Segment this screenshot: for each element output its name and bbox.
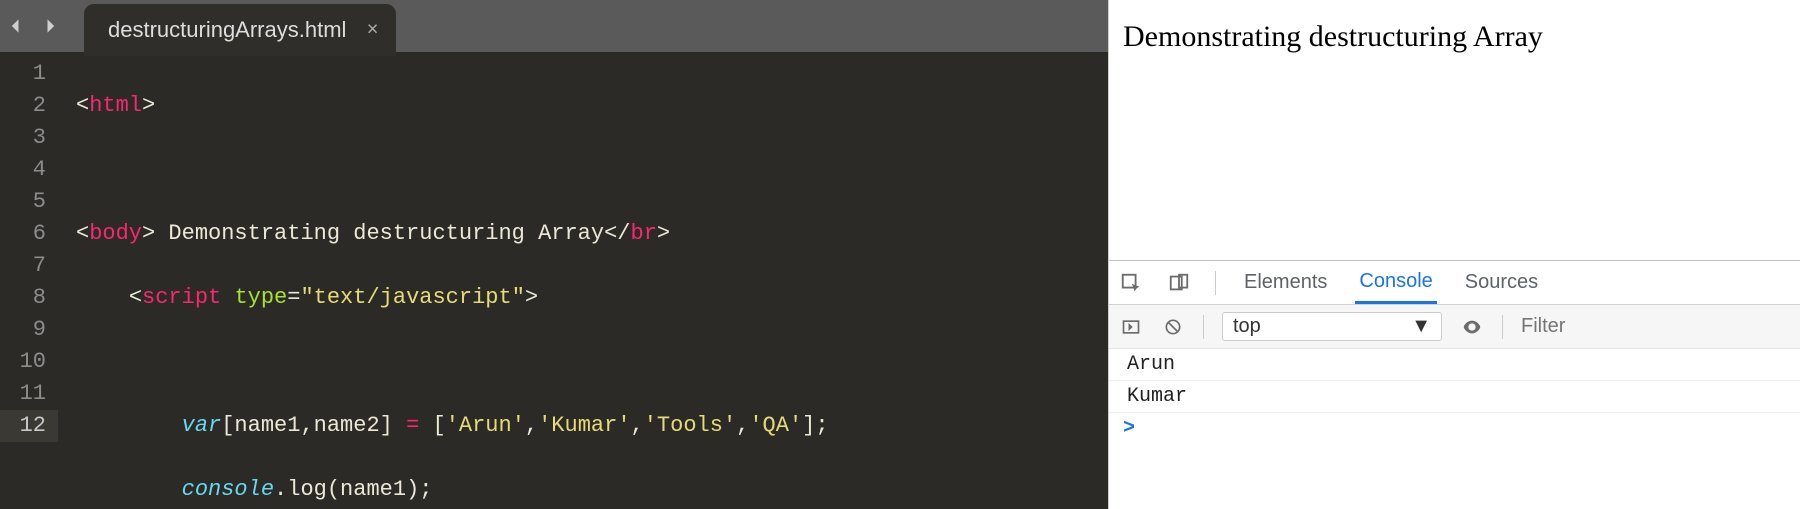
line-number: 3 <box>0 122 58 154</box>
line-number: 10 <box>0 346 58 378</box>
tab-sources[interactable]: Sources <box>1461 261 1542 304</box>
tab-console[interactable]: Console <box>1355 261 1436 304</box>
editor-tab[interactable]: destructuringArrays.html × <box>84 4 396 56</box>
code-editor: destructuringArrays.html × 1 2 3 4 5 6 7… <box>0 0 1108 509</box>
console-output: Arun Kumar > <box>1109 349 1800 509</box>
line-number: 2 <box>0 90 58 122</box>
separator <box>1502 315 1503 339</box>
tab-filename: destructuringArrays.html <box>108 17 346 43</box>
chevron-down-icon: ▼ <box>1411 315 1431 338</box>
devtools: Elements Console Sources top ▼ <box>1109 260 1800 509</box>
console-toolbar: top ▼ <box>1109 305 1800 349</box>
filter-input[interactable] <box>1521 315 1581 338</box>
page-text: Demonstrating destructuring Array <box>1123 20 1543 53</box>
page-viewport: Demonstrating destructuring Array <box>1109 0 1800 260</box>
clear-console-icon[interactable] <box>1161 315 1185 339</box>
context-selector[interactable]: top ▼ <box>1222 312 1442 341</box>
code-line: <body> Demonstrating destructuring Array… <box>76 218 1108 250</box>
code-line <box>76 346 1108 378</box>
separator <box>1203 315 1204 339</box>
inspect-icon[interactable] <box>1119 271 1143 295</box>
sidebar-toggle-icon[interactable] <box>1119 315 1143 339</box>
line-number: 12 <box>0 410 58 442</box>
code-line: var[name1,name2] = ['Arun','Kumar','Tool… <box>76 410 1108 442</box>
separator <box>1215 271 1216 295</box>
close-icon[interactable]: × <box>367 19 379 42</box>
editor-topbar: destructuringArrays.html × <box>0 0 1108 52</box>
console-line: Arun <box>1109 349 1800 381</box>
line-number: 7 <box>0 250 58 282</box>
devtools-tabs: Elements Console Sources <box>1109 261 1800 305</box>
line-gutter: 1 2 3 4 5 6 7 8 9 10 11 12 <box>0 52 58 509</box>
code-line: <script type="text/javascript"> <box>76 282 1108 314</box>
line-number: 6 <box>0 218 58 250</box>
code-area[interactable]: <html> <body> Demonstrating destructurin… <box>58 52 1108 509</box>
line-number: 9 <box>0 314 58 346</box>
context-label: top <box>1233 315 1261 338</box>
line-number: 1 <box>0 58 58 90</box>
line-number: 11 <box>0 378 58 410</box>
tab-elements[interactable]: Elements <box>1240 261 1331 304</box>
line-number: 4 <box>0 154 58 186</box>
nav-arrows <box>6 16 60 36</box>
line-number: 8 <box>0 282 58 314</box>
code-line: <html> <box>76 90 1108 122</box>
console-prompt[interactable]: > <box>1109 413 1800 444</box>
device-toggle-icon[interactable] <box>1167 271 1191 295</box>
code-line <box>76 154 1108 186</box>
code-line: console.log(name1); <box>76 474 1108 506</box>
nav-forward-button[interactable] <box>40 16 60 36</box>
eye-icon[interactable] <box>1460 315 1484 339</box>
browser-pane: Demonstrating destructuring Array Elemen… <box>1108 0 1800 509</box>
nav-back-button[interactable] <box>6 16 26 36</box>
editor-body: 1 2 3 4 5 6 7 8 9 10 11 12 <html> <body>… <box>0 52 1108 509</box>
console-line: Kumar <box>1109 381 1800 413</box>
app-root: destructuringArrays.html × 1 2 3 4 5 6 7… <box>0 0 1800 509</box>
line-number: 5 <box>0 186 58 218</box>
